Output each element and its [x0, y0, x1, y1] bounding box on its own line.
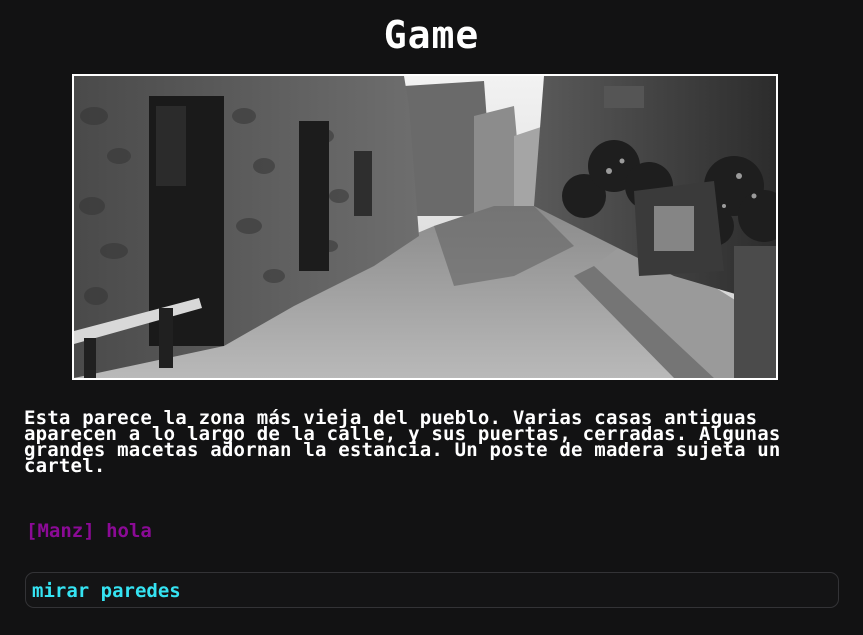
chat-text: hola	[106, 520, 152, 542]
street-photo	[74, 76, 776, 378]
narration-text: Esta parece la zona más vieja del pueblo…	[24, 407, 781, 477]
chat-username: [Manz]	[26, 520, 95, 542]
scene-image	[72, 74, 778, 380]
command-box[interactable]	[25, 572, 839, 608]
game-title: Game	[383, 13, 480, 57]
command-input[interactable]	[32, 578, 822, 604]
chat-message: [Manz] hola	[26, 520, 152, 542]
